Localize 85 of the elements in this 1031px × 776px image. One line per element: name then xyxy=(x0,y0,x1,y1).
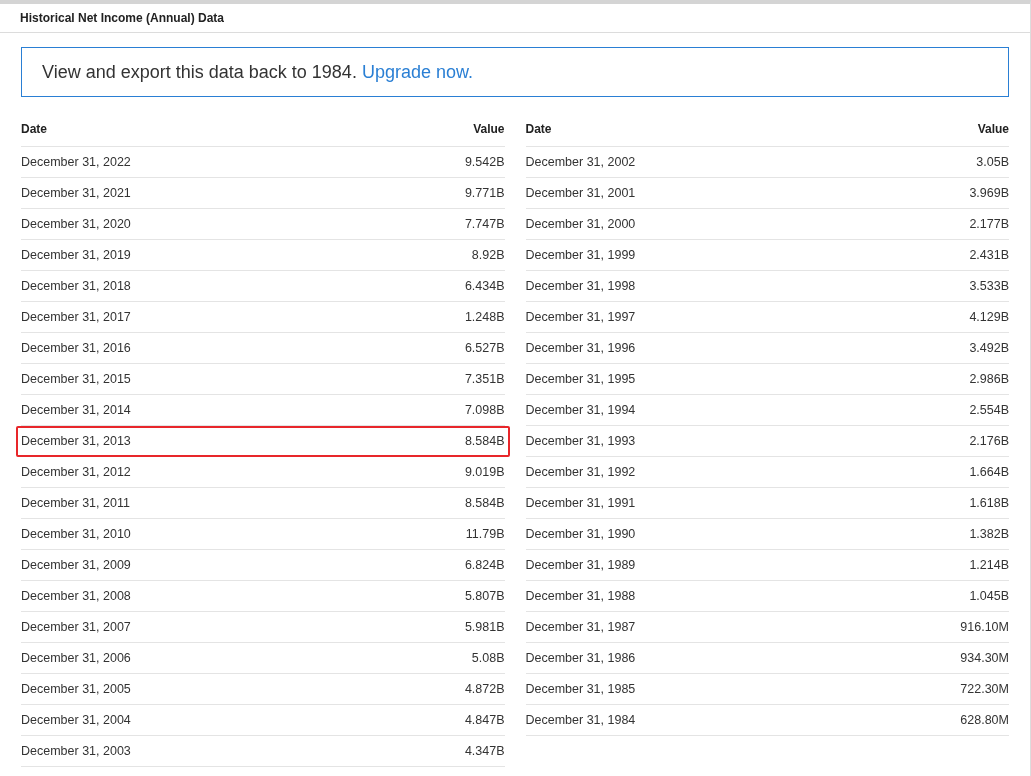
value-cell-text: 8.584B xyxy=(464,433,505,451)
date-cell-text: December 31, 2015 xyxy=(21,370,131,388)
section-title: Historical Net Income (Annual) Data xyxy=(20,10,225,27)
column-header: Value xyxy=(473,120,505,138)
value-cell-text: 3.05B xyxy=(976,153,1009,171)
date-cell-text: December 31, 1998 xyxy=(525,277,636,295)
value-cell-text: 11.79B xyxy=(465,525,505,543)
date-cell-text: December 31, 2021 xyxy=(21,184,131,202)
date-cell-text: December 31, 2000 xyxy=(525,215,636,233)
date-cell-text: December 31, 1987 xyxy=(525,618,636,636)
value-cell-text: 1.248B xyxy=(464,308,505,326)
value-cell-text: 9.542B xyxy=(464,153,505,171)
column-header: Value xyxy=(977,120,1009,138)
value-cell-text: 3.969B xyxy=(969,184,1009,202)
value-cell-text: 7.098B xyxy=(464,401,505,419)
date-cell-text: December 31, 1994 xyxy=(525,401,636,419)
value-cell-text: 1.214B xyxy=(969,556,1009,574)
value-cell-text: 7.747B xyxy=(464,215,505,233)
date-cell-text: December 31, 2019 xyxy=(21,246,131,264)
value-cell-text: 722.30M xyxy=(960,680,1009,698)
date-cell-text: December 31, 1986 xyxy=(525,649,636,667)
value-cell-text: 8.584B xyxy=(464,494,505,512)
date-cell-text: December 31, 1991 xyxy=(525,494,636,512)
value-cell-text: 1.664B xyxy=(969,463,1009,481)
date-cell-text: December 31, 2012 xyxy=(21,463,131,481)
date-cell-text: December 31, 2016 xyxy=(21,339,131,357)
value-cell-text: 6.434B xyxy=(464,277,505,295)
value-cell-text: 9.771B xyxy=(464,184,505,202)
date-cell-text: December 31, 1992 xyxy=(525,463,636,481)
value-cell-text: 7.351B xyxy=(464,370,505,388)
value-cell-text: 4.872B xyxy=(464,680,505,698)
date-cell-text: December 31, 1985 xyxy=(525,680,636,698)
value-cell-text: 5.981B xyxy=(464,618,505,636)
value-cell-text: 6.527B xyxy=(464,339,505,357)
value-cell-text: 2.554B xyxy=(969,401,1009,419)
date-cell-text: December 31, 2005 xyxy=(21,680,131,698)
value-cell-text: 1.382B xyxy=(969,525,1009,543)
value-cell-text: 1.045B xyxy=(969,587,1009,605)
date-cell-text: December 31, 1997 xyxy=(525,308,636,326)
value-cell-text: 5.807B xyxy=(464,587,505,605)
value-cell-text: 2.431B xyxy=(969,246,1009,264)
date-cell-text: December 31, 1990 xyxy=(525,525,636,543)
value-cell-text: 9.019B xyxy=(464,463,505,481)
value-cell-text: 4.347B xyxy=(464,742,505,760)
value-cell-text: 5.08B xyxy=(471,649,505,667)
value-cell-text: 628.80M xyxy=(960,711,1009,729)
date-cell-text: December 31, 2001 xyxy=(525,184,636,202)
value-cell-text: 8.92B xyxy=(471,246,505,264)
date-cell-text: December 31, 2010 xyxy=(21,525,131,543)
column-header: Date xyxy=(21,120,47,138)
date-cell-text: December 31, 2008 xyxy=(21,587,131,605)
date-cell-text: December 31, 1999 xyxy=(525,246,636,264)
column-header: Date xyxy=(525,120,552,138)
date-cell-text: December 31, 1984 xyxy=(525,711,636,729)
date-cell-text: December 31, 2020 xyxy=(21,215,131,233)
date-cell-text: December 31, 2022 xyxy=(21,153,131,171)
value-cell-text: 3.533B xyxy=(969,277,1009,295)
value-cell-text: 3.492B xyxy=(969,339,1009,357)
date-cell-text: December 31, 2018 xyxy=(21,277,131,295)
value-cell-text: 934.30M xyxy=(960,649,1009,667)
value-cell-text: 4.129B xyxy=(969,308,1009,326)
date-cell-text: December 31, 2004 xyxy=(21,711,131,729)
date-cell-text: December 31, 1988 xyxy=(525,587,636,605)
banner-text: View and export this data back to 1984. xyxy=(42,60,357,84)
date-cell-text: December 31, 1993 xyxy=(525,432,636,450)
date-cell-text: December 31, 1996 xyxy=(525,339,636,357)
date-cell-text: December 31, 2013 xyxy=(21,433,131,451)
value-cell-text: 916.10M xyxy=(960,618,1009,636)
upgrade-link[interactable]: Upgrade now. xyxy=(361,58,473,86)
date-cell-text: December 31, 1995 xyxy=(525,370,636,388)
value-cell-text: 1.618B xyxy=(969,494,1009,512)
value-cell-text: 2.177B xyxy=(969,215,1009,233)
date-cell-text: December 31, 2017 xyxy=(21,308,131,326)
date-cell-text: December 31, 2009 xyxy=(21,556,131,574)
date-cell-text: December 31, 2007 xyxy=(21,618,131,636)
date-cell-text: December 31, 2006 xyxy=(21,649,131,667)
date-cell-text: December 31, 2002 xyxy=(525,153,636,171)
value-cell-text: 6.824B xyxy=(464,556,505,574)
date-cell-text: December 31, 2011 xyxy=(21,494,130,512)
date-cell-text: December 31, 2014 xyxy=(21,401,131,419)
value-cell-text: 2.176B xyxy=(969,432,1009,450)
date-cell-text: December 31, 2003 xyxy=(21,742,131,760)
date-cell-text: December 31, 1989 xyxy=(525,556,636,574)
value-cell-text: 4.847B xyxy=(464,711,505,729)
value-cell-text: 2.986B xyxy=(969,370,1009,388)
